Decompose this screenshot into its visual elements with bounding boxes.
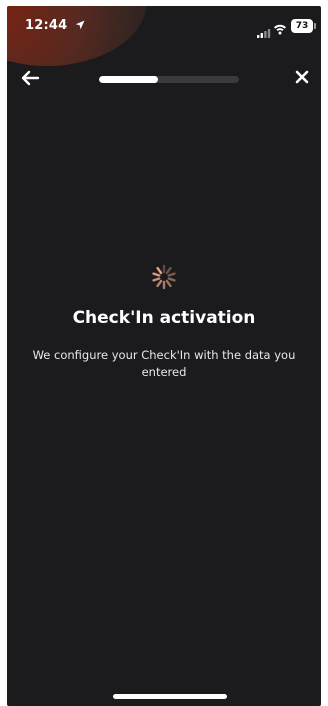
spinner-spoke xyxy=(167,277,176,282)
status-time-label: 12:44 xyxy=(25,18,68,33)
spinner-spoke xyxy=(165,279,172,288)
close-icon xyxy=(293,70,311,90)
status-bar: 12:44 73 xyxy=(7,6,321,50)
page-title: Check'In activation xyxy=(72,308,256,328)
app-screen: 12:44 73 Check'In activation We configur… xyxy=(7,6,321,706)
wifi-icon xyxy=(273,20,287,39)
spinner-spoke xyxy=(152,272,161,277)
arrow-left-icon xyxy=(19,70,41,92)
spinner-spoke xyxy=(156,266,163,275)
page-subtitle: We configure your Check'In with the data… xyxy=(32,348,296,379)
location-arrow-icon xyxy=(75,19,85,34)
spinner-spoke xyxy=(152,277,161,282)
spinner-icon xyxy=(151,264,177,290)
battery-icon: 73 xyxy=(291,19,316,33)
spinner-spoke xyxy=(167,272,176,277)
close-button[interactable] xyxy=(293,68,313,88)
battery-level: 73 xyxy=(295,21,309,31)
progress-bar-fill xyxy=(99,76,158,83)
spinner-spoke xyxy=(156,279,163,288)
progress-bar xyxy=(99,76,239,83)
top-navigation xyxy=(7,62,321,94)
status-time: 12:44 xyxy=(25,18,85,34)
home-indicator[interactable] xyxy=(113,694,227,699)
spinner-spoke xyxy=(165,266,172,275)
signal-icon xyxy=(257,23,271,42)
back-button[interactable] xyxy=(19,68,43,88)
